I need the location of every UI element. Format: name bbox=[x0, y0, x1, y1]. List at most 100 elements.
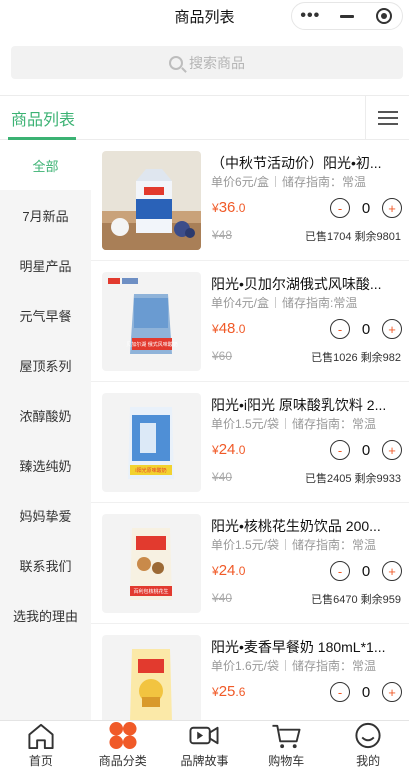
unit-price: 单价6元/盒 bbox=[211, 175, 270, 189]
bottom-tab-label: 购物车 bbox=[268, 754, 305, 768]
unit-price: 单价1.6元/袋 bbox=[211, 659, 280, 673]
sidebar-item-all[interactable]: 全部 bbox=[0, 140, 91, 190]
search-area: 搜索商品 bbox=[0, 32, 409, 95]
sidebar-item-mother-love[interactable]: 妈妈挚爱 bbox=[0, 490, 91, 540]
close-button[interactable] bbox=[365, 3, 402, 29]
increase-button[interactable]: + bbox=[382, 682, 402, 702]
sales-stock: 已售1704 剩余9801 bbox=[305, 231, 401, 243]
sidebar-item-breakfast[interactable]: 元气早餐 bbox=[0, 290, 91, 340]
storage-guide: 储存指南：常温 bbox=[292, 417, 377, 431]
product-image[interactable] bbox=[102, 635, 201, 720]
quantity-stepper: - 0 + bbox=[330, 198, 402, 218]
sidebar-item-pure-milk[interactable]: 臻选纯奶 bbox=[0, 440, 91, 490]
home-icon bbox=[28, 723, 54, 750]
bottom-tab-label: 商品分类 bbox=[98, 754, 147, 768]
product-image[interactable]: 贝加尔湖 俄式风味酸奶 bbox=[102, 272, 201, 371]
bottom-tab-label: 我的 bbox=[356, 754, 381, 768]
decrease-button[interactable]: - bbox=[330, 561, 350, 581]
sidebar-item-contact-us[interactable]: 联系我们 bbox=[0, 540, 91, 590]
product-price: ¥48.0 bbox=[212, 320, 246, 337]
smiley-profile-icon bbox=[355, 722, 381, 749]
sidebar-item-star-products[interactable]: 明星产品 bbox=[0, 240, 91, 290]
product-meta: 单价4元/盒 储存指南:常温 bbox=[211, 294, 401, 311]
unit-price: 单价1.5元/袋 bbox=[211, 417, 280, 431]
storage-guide: 储存指南：常温 bbox=[292, 659, 377, 673]
storage-guide: 储存指南：常温 bbox=[292, 538, 377, 552]
original-price: ¥60 bbox=[212, 349, 233, 363]
original-price: ¥48 bbox=[212, 228, 233, 242]
sidebar-item-why-choose-us[interactable]: 选我的理由 bbox=[0, 590, 91, 640]
decrease-button[interactable]: - bbox=[330, 319, 350, 339]
more-button[interactable]: ••• bbox=[292, 3, 329, 29]
quantity-stepper: - 0 + bbox=[330, 440, 402, 460]
sales-stock: 已售2405 剩余9933 bbox=[305, 473, 401, 485]
product-name: 阳光•i阳光 原味酸乳饮料 2... bbox=[211, 397, 387, 413]
increase-button[interactable]: + bbox=[382, 198, 402, 218]
sidebar-item-yogurt[interactable]: 浓醇酸奶 bbox=[0, 390, 91, 440]
product-item[interactable]: 贝加尔湖 俄式风味酸奶 阳光•贝加尔湖俄式风味酸... 单价4元/盒 储存指南:常… bbox=[91, 261, 409, 382]
product-item[interactable]: （中秋节活动价）阳光•初... 单价6元/盒 储存指南：常温 ¥36.0 ¥48 … bbox=[91, 140, 409, 261]
more-dots-icon: ••• bbox=[300, 7, 321, 24]
minimize-button[interactable] bbox=[329, 3, 366, 29]
increase-button[interactable]: + bbox=[382, 319, 402, 339]
product-image[interactable] bbox=[102, 151, 201, 250]
tab-product-list[interactable]: 商品列表 bbox=[11, 106, 75, 130]
mini-program-capsule: ••• bbox=[291, 2, 403, 30]
search-input[interactable]: 搜索商品 bbox=[11, 46, 403, 79]
quantity-value: 0 bbox=[361, 683, 371, 701]
tab-bar: 商品列表 bbox=[0, 95, 409, 140]
bottom-tab-home[interactable]: 首页 bbox=[0, 721, 82, 771]
bottom-tab-category[interactable]: 商品分类 bbox=[82, 721, 164, 771]
bottom-tab-brand-story[interactable]: 品牌故事 bbox=[164, 721, 246, 771]
product-price: ¥25.6 bbox=[212, 683, 246, 700]
unit-price: 单价4元/盒 bbox=[211, 296, 270, 310]
product-image[interactable]: 百利包核桃花生 bbox=[102, 514, 201, 613]
menu-button[interactable] bbox=[365, 96, 409, 140]
product-item[interactable]: 百利包核桃花生 阳光•核桃花生奶饮品 200... 单价1.5元/袋 储存指南：常… bbox=[91, 503, 409, 624]
product-meta: 单价1.5元/袋 储存指南：常温 bbox=[211, 536, 401, 553]
unit-price: 单价1.5元/袋 bbox=[211, 538, 280, 552]
package-label: i阳光原味酸奶 bbox=[135, 467, 166, 474]
minimize-icon bbox=[340, 14, 354, 18]
decrease-button[interactable]: - bbox=[330, 682, 350, 702]
product-image[interactable]: i阳光原味酸奶 bbox=[102, 393, 201, 492]
menu-list-icon bbox=[377, 110, 398, 126]
product-price: ¥36.0 bbox=[212, 199, 246, 216]
bottom-tab-label: 首页 bbox=[28, 754, 53, 768]
sales-stock: 已售1026 剩余982 bbox=[311, 352, 401, 364]
quantity-value: 0 bbox=[361, 441, 371, 459]
package-label: 百利包核桃花生 bbox=[133, 588, 168, 595]
category-sidebar: 全部 7月新品 明星产品 元气早餐 屋顶系列 浓醇酸奶 臻选纯奶 妈妈挚爱 联系… bbox=[0, 140, 91, 720]
product-item[interactable]: 阳光•麦香早餐奶 180mL*1... 单价1.6元/袋 储存指南：常温 ¥25.… bbox=[91, 624, 409, 720]
sidebar-item-roof-series[interactable]: 屋顶系列 bbox=[0, 340, 91, 390]
bottom-tab-bar: 首页 商品分类 品牌故事 购物车 我的 bbox=[0, 720, 409, 771]
product-name: 阳光•贝加尔湖俄式风味酸... bbox=[211, 276, 382, 292]
product-meta: 单价1.5元/袋 储存指南：常温 bbox=[211, 415, 401, 432]
search-icon bbox=[169, 55, 183, 70]
storage-guide: 储存指南：常温 bbox=[282, 175, 367, 189]
storage-guide: 储存指南:常温 bbox=[282, 296, 358, 310]
bottom-tab-label: 品牌故事 bbox=[180, 754, 229, 768]
product-list: （中秋节活动价）阳光•初... 单价6元/盒 储存指南：常温 ¥36.0 ¥48 … bbox=[91, 140, 409, 720]
decrease-button[interactable]: - bbox=[330, 440, 350, 460]
product-price: ¥24.0 bbox=[212, 441, 246, 458]
search-placeholder: 搜索商品 bbox=[189, 54, 245, 71]
navigation-bar: 商品列表 ••• bbox=[0, 0, 409, 32]
sales-stock: 已售6470 剩余959 bbox=[311, 594, 401, 606]
quantity-value: 0 bbox=[361, 320, 371, 338]
product-name: 阳光•麦香早餐奶 180mL*1... bbox=[211, 639, 386, 655]
increase-button[interactable]: + bbox=[382, 561, 402, 581]
product-item[interactable]: i阳光原味酸奶 阳光•i阳光 原味酸乳饮料 2... 单价1.5元/袋 储存指南：… bbox=[91, 382, 409, 503]
bottom-tab-mine[interactable]: 我的 bbox=[327, 721, 409, 771]
bottom-tab-cart[interactable]: 购物车 bbox=[245, 721, 327, 771]
package-label: 贝加尔湖 俄式风味酸奶 bbox=[126, 341, 178, 348]
sidebar-item-july-new[interactable]: 7月新品 bbox=[0, 190, 91, 240]
product-price: ¥24.0 bbox=[212, 562, 246, 579]
increase-button[interactable]: + bbox=[382, 440, 402, 460]
video-camera-icon bbox=[189, 726, 219, 745]
shopping-cart-icon bbox=[272, 724, 301, 749]
original-price: ¥40 bbox=[212, 470, 233, 484]
quantity-stepper: - 0 + bbox=[330, 561, 402, 581]
quantity-value: 0 bbox=[361, 199, 371, 217]
decrease-button[interactable]: - bbox=[330, 198, 350, 218]
